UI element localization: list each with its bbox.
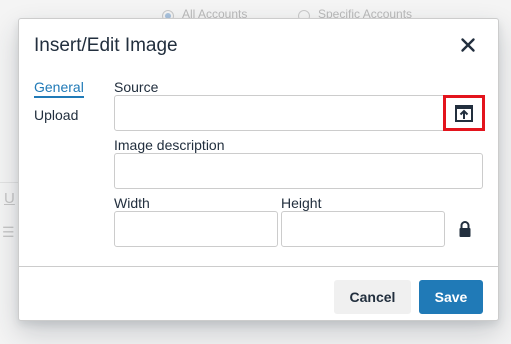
source-input[interactable] <box>114 95 448 131</box>
dialog-title: Insert/Edit Image <box>34 35 178 56</box>
dialog-tabs: General Upload <box>34 79 104 123</box>
close-button[interactable] <box>456 33 480 57</box>
save-button[interactable]: Save <box>419 280 483 314</box>
height-label: Height <box>281 195 322 211</box>
constrain-proportions-button[interactable] <box>457 219 473 239</box>
list-icon[interactable]: ☰ <box>2 224 15 241</box>
dialog-footer-divider <box>19 266 498 267</box>
browse-upload-icon <box>455 105 473 122</box>
height-input[interactable] <box>281 211 445 247</box>
close-icon <box>461 38 475 52</box>
insert-image-dialog: Insert/Edit Image General Upload Source … <box>18 18 499 321</box>
cancel-button[interactable]: Cancel <box>334 280 411 314</box>
width-input[interactable] <box>114 211 278 247</box>
image-description-input[interactable] <box>114 153 483 189</box>
image-description-label: Image description <box>114 137 225 153</box>
source-label: Source <box>114 79 159 95</box>
underline-icon[interactable]: U <box>4 190 15 207</box>
lock-icon <box>459 221 471 237</box>
dialog-header: Insert/Edit Image <box>19 19 498 73</box>
browse-source-button[interactable] <box>443 95 485 131</box>
tab-upload[interactable]: Upload <box>34 107 78 123</box>
tab-general[interactable]: General <box>34 79 84 98</box>
width-label: Width <box>114 195 150 211</box>
